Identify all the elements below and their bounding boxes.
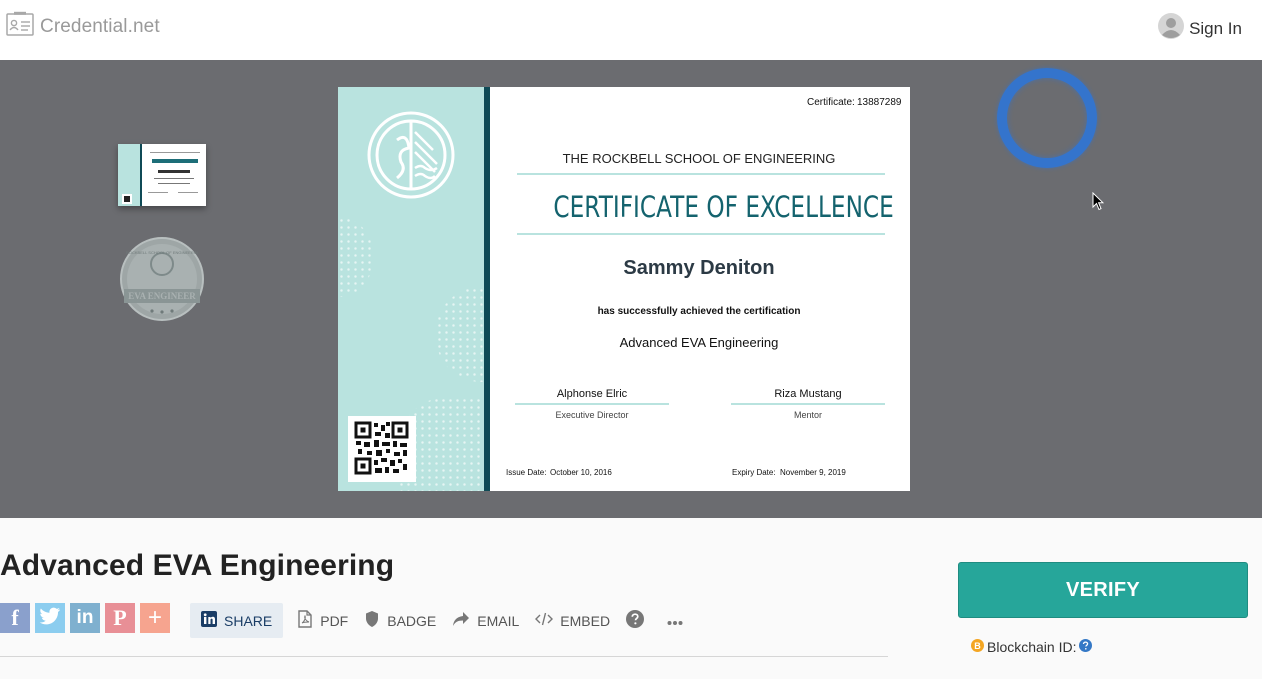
more-share-button[interactable]: + [140,603,170,633]
bitcoin-icon: B [971,639,984,655]
achievement-statement: has successfully achieved the certificat… [597,306,801,317]
dot-pattern [436,287,484,382]
blockchain-id-label: Blockchain ID: [987,639,1077,655]
plus-icon: + [147,604,162,631]
signatory-1-name: Alphonse Elric [556,388,628,400]
email-label: EMAIL [477,612,520,629]
certificate-divider-bar [484,87,490,491]
certificate-heading: CERTIFICATE OF EXCELLENCE [553,190,894,224]
twitter-share-button[interactable] [35,603,65,633]
pdf-file-icon [297,610,320,631]
certificate-number: 13887289 [857,97,902,108]
dot-pattern [338,217,372,297]
share-label: SHARE [224,612,273,629]
embed-label: EMBED [560,612,611,629]
certificate-logo-icon [6,11,34,42]
credential-title: Advanced EVA Engineering [0,549,395,582]
badge-thumbnail-top-text: ROCKBELL SCHOOL OF ENGINEERING [126,250,198,255]
facebook-share-button[interactable]: f [0,603,30,633]
signatory-2-role: Mentor [793,410,822,420]
certificate-number-label: Certificate: [807,97,855,108]
linkedin-icon [201,611,224,630]
certificate-rule [517,173,885,175]
user-avatar-icon [1157,12,1185,45]
qr-code-icon[interactable] [348,416,416,482]
badge-thumbnail-label: EVA ENGINEER [128,291,196,301]
expiry-date: November 9, 2019 [780,468,846,477]
top-navigation-bar: Credential.net Sign In [0,0,1262,60]
certificate-side-panel [338,87,484,491]
pinterest-share-button[interactable]: P [105,603,135,633]
signature-line [731,403,885,405]
issue-date-label: Issue Date: [506,468,547,477]
blockchain-help-icon[interactable] [1079,639,1093,655]
expiry-date-label: Expiry Date: [732,468,776,477]
svg-text:B: B [974,641,981,651]
section-divider [0,656,888,657]
course-name: Advanced EVA Engineering [619,335,779,350]
school-seal-icon [361,110,461,205]
shield-icon [364,610,387,631]
verify-button[interactable]: VERIFY [958,562,1248,618]
linkedin-share-button[interactable]: in [70,603,100,633]
brand-logo[interactable]: Credential.net [6,11,160,42]
more-options-button[interactable] [659,603,698,638]
share-arrow-icon [452,611,477,630]
pinterest-icon: P [113,605,127,630]
ellipsis-icon [667,613,690,629]
question-circle-icon [626,610,651,631]
pdf-button[interactable]: PDF [289,603,356,638]
embed-button[interactable]: EMBED [527,603,618,638]
certificate-document: Certificate: 13887289 THE ROCKBELL SCHOO… [338,87,910,491]
credential-viewer: ROCKBELL SCHOOL OF ENGINEERING EVA ENGIN… [0,60,1262,518]
issue-date: October 10, 2016 [550,468,612,477]
badge-button[interactable]: BADGE [356,603,444,638]
share-button[interactable]: SHARE [190,603,284,638]
sign-in-button[interactable]: Sign In [1157,12,1242,45]
loading-spinner [997,68,1097,168]
signatory-1-role: Executive Director [555,410,629,420]
facebook-icon: f [11,605,19,630]
certificate-thumbnail[interactable] [118,144,206,206]
email-button[interactable]: EMAIL [444,603,527,638]
badge-label: BADGE [387,612,437,629]
certificate-rule [517,233,885,235]
school-name: THE ROCKBELL SCHOOL OF ENGINEERING [562,151,836,166]
linkedin-icon: in [76,607,94,628]
credential-toolbar: SHARE PDF BADGE EMAIL EMBED [190,603,698,638]
sign-in-label: Sign In [1189,18,1242,38]
recipient-name: Sammy Deniton [623,257,775,279]
blockchain-id: B Blockchain ID: [971,639,1093,655]
pdf-label: PDF [320,612,349,629]
code-icon [535,612,560,629]
signature-line [515,403,669,405]
badge-thumbnail[interactable]: ROCKBELL SCHOOL OF ENGINEERING EVA ENGIN… [120,237,204,321]
social-share-buttons: f in P + [0,603,175,633]
twitter-icon [39,607,61,630]
signatory-2-name: Riza Mustang [774,388,842,400]
brand-name: Credential.net [40,15,160,37]
help-button[interactable] [618,603,659,638]
mouse-cursor-icon [1092,191,1105,216]
